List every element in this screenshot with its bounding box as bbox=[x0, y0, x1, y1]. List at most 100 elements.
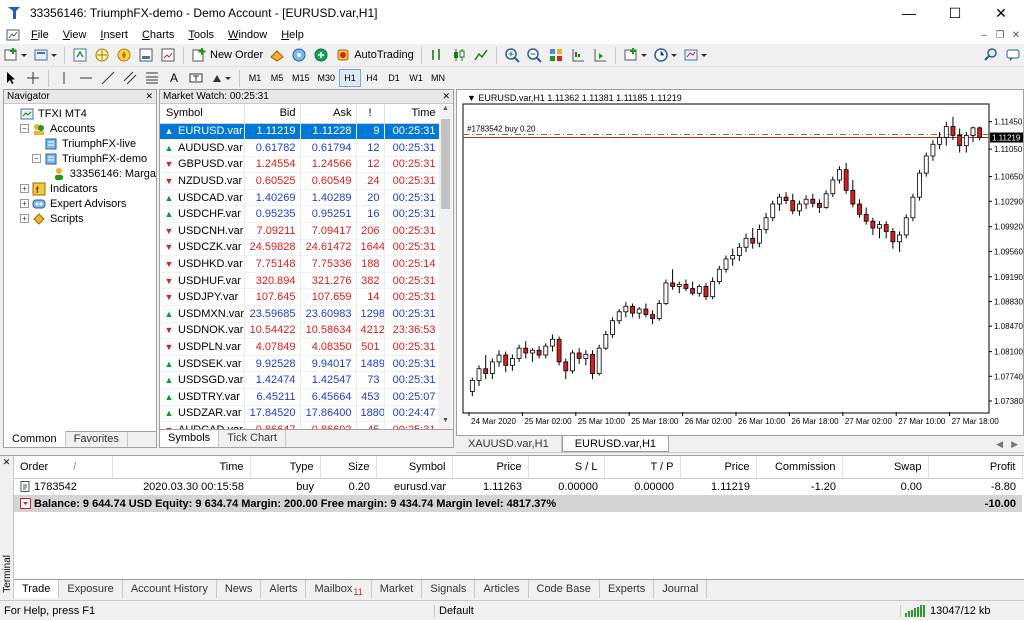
timeframe-w1[interactable]: W1 bbox=[405, 69, 427, 87]
candle-body[interactable] bbox=[770, 203, 776, 219]
candle-body[interactable] bbox=[723, 258, 729, 270]
child-close-icon[interactable]: ✕ bbox=[1008, 30, 1024, 41]
candle-body[interactable] bbox=[930, 143, 936, 157]
candle-body[interactable] bbox=[730, 255, 736, 260]
candle-body[interactable] bbox=[496, 354, 502, 363]
periods-menu-icon[interactable] bbox=[651, 45, 679, 65]
terminal-toggle-icon[interactable] bbox=[136, 45, 156, 65]
navigator-item[interactable]: 33356146: Marga bbox=[4, 166, 156, 181]
tab-scroll-left-icon[interactable]: ◀ bbox=[996, 439, 1003, 450]
candle-body[interactable] bbox=[469, 380, 475, 392]
timeframe-m15[interactable]: M15 bbox=[288, 69, 314, 87]
status-connection[interactable]: 13047/12 kb bbox=[900, 604, 991, 617]
menu-file[interactable]: File bbox=[24, 26, 56, 44]
tab-alerts[interactable]: Alerts bbox=[261, 580, 307, 598]
tab-code-base[interactable]: Code Base bbox=[529, 580, 600, 598]
timeframe-d1[interactable]: D1 bbox=[383, 69, 405, 87]
market-watch-scrollbar[interactable]: ▲ ▼ bbox=[439, 105, 452, 429]
candle-body[interactable] bbox=[857, 203, 862, 215]
candle-body[interactable] bbox=[756, 229, 762, 244]
price-chart[interactable]: ▼ EURUSD.var,H1 1.11362 1.11381 1.11185 … bbox=[457, 90, 1023, 435]
candle-body[interactable] bbox=[710, 281, 716, 298]
tab-mailbox[interactable]: Mailbox11 bbox=[306, 580, 372, 598]
candle-body[interactable] bbox=[823, 193, 829, 208]
line-chart-icon[interactable] bbox=[471, 45, 491, 65]
menu-insert[interactable]: Insert bbox=[93, 26, 135, 44]
column-size[interactable]: Size bbox=[320, 456, 377, 479]
candle-body[interactable] bbox=[476, 368, 482, 381]
candle-body[interactable] bbox=[817, 202, 822, 208]
timeframe-m5[interactable]: M5 bbox=[266, 69, 288, 87]
timeframe-h4[interactable]: H4 bbox=[361, 69, 383, 87]
candle-body[interactable] bbox=[489, 361, 495, 374]
strategy-tester-icon[interactable] bbox=[158, 45, 178, 65]
candle-body[interactable] bbox=[643, 308, 649, 315]
market-watch-row[interactable]: ▲ USDSGD.var 1.42474 1.42547 73 00:25:31 bbox=[160, 371, 441, 389]
column-tp[interactable]: T / P bbox=[604, 456, 681, 479]
market-watch-row[interactable]: ▼ USDHKD.var 7.75148 7.75336 188 00:25:14 bbox=[160, 255, 441, 273]
collapse-icon[interactable]: − bbox=[32, 154, 41, 163]
candle-body[interactable] bbox=[550, 338, 555, 347]
horizontal-line-icon[interactable] bbox=[76, 68, 96, 88]
tab-scroll-right-icon[interactable]: ▶ bbox=[1011, 439, 1018, 450]
market-watch-row[interactable]: ▼ NZDUSD.var 0.60525 0.60549 24 00:25:31 bbox=[160, 172, 441, 190]
search-icon[interactable] bbox=[981, 45, 1001, 65]
timeframe-mn[interactable]: MN bbox=[427, 69, 449, 87]
vertical-line-icon[interactable] bbox=[54, 68, 74, 88]
candle-body[interactable] bbox=[903, 217, 909, 236]
column-time[interactable]: Time bbox=[112, 456, 251, 479]
balance-row[interactable]: Balance: 9 644.74 USD Equity: 9 634.74 M… bbox=[14, 495, 1022, 512]
candlestick-chart-icon[interactable] bbox=[449, 45, 469, 65]
navigator-item[interactable]: TriumphFX-live bbox=[4, 136, 156, 151]
market-watch-row[interactable]: ▲ USDCAD.var 1.40269 1.40289 20 00:25:31 bbox=[160, 189, 441, 207]
chart-tab-eurusd[interactable]: EURUSD.var,H1 bbox=[561, 436, 669, 452]
navigator-item[interactable]: − Accounts bbox=[4, 121, 156, 136]
navigator-toggle-icon[interactable] bbox=[114, 45, 134, 65]
zoom-out-icon[interactable] bbox=[524, 45, 544, 65]
candle-body[interactable] bbox=[483, 368, 489, 374]
tab-market[interactable]: Market bbox=[372, 580, 423, 598]
data-window-icon[interactable] bbox=[92, 45, 112, 65]
market-watch-row[interactable]: ▼ USDPLN.var 4.07849 4.08350 501 00:25:31 bbox=[160, 338, 441, 356]
menu-window[interactable]: Window bbox=[221, 26, 274, 44]
candle-body[interactable] bbox=[943, 126, 949, 138]
candle-body[interactable] bbox=[623, 305, 629, 313]
market-watch-row[interactable]: ▲ USDCHF.var 0.95235 0.95251 16 00:25:31 bbox=[160, 205, 441, 224]
candle-body[interactable] bbox=[783, 196, 789, 202]
candle-body[interactable] bbox=[750, 237, 756, 244]
market-watch-row[interactable]: ▲ USDSEK.var 9.92528 9.94017 1489 00:25:31 bbox=[160, 355, 441, 373]
column-swap[interactable]: Swap bbox=[842, 456, 929, 479]
candle-body[interactable] bbox=[850, 189, 856, 205]
candle-body[interactable] bbox=[530, 349, 535, 354]
fibonacci-icon[interactable] bbox=[142, 68, 162, 88]
candle-body[interactable] bbox=[590, 353, 595, 374]
tab-trade[interactable]: Trade bbox=[14, 580, 60, 598]
market-watch-row[interactable]: ▼ USDHUF.var 320.894 321.276 382 00:25:31 bbox=[160, 272, 441, 290]
column-sl[interactable]: S / L bbox=[528, 456, 605, 479]
child-restore-icon[interactable]: ❐ bbox=[992, 30, 1008, 41]
timeframe-h1[interactable]: H1 bbox=[339, 69, 362, 87]
candle-body[interactable] bbox=[776, 196, 782, 205]
market-watch-row[interactable]: ▲ EURUSD.var 1.11219 1.11228 9 00:25:31 bbox=[160, 123, 441, 141]
menu-help[interactable]: Help bbox=[274, 26, 311, 44]
navigator-close-icon[interactable]: ✕ bbox=[145, 91, 153, 102]
candle-body[interactable] bbox=[910, 196, 916, 219]
candle-body[interactable] bbox=[650, 314, 655, 320]
candle-body[interactable] bbox=[890, 231, 896, 243]
cursor-icon[interactable] bbox=[1, 68, 21, 88]
column-commission[interactable]: Commission bbox=[756, 456, 843, 479]
market-watch-row[interactable]: ▲ USDTRY.var 6.45211 6.45664 453 00:25:07 bbox=[160, 388, 441, 406]
profiles-button[interactable] bbox=[31, 45, 59, 65]
navigator-item[interactable]: + Scripts bbox=[4, 211, 156, 226]
candle-body[interactable] bbox=[516, 347, 522, 359]
collapse-icon[interactable]: − bbox=[20, 124, 29, 133]
candle-body[interactable] bbox=[509, 358, 515, 366]
candle-body[interactable] bbox=[970, 127, 976, 136]
new-order-button[interactable]: New Order bbox=[189, 45, 265, 65]
candle-body[interactable] bbox=[803, 198, 809, 205]
candle-body[interactable] bbox=[676, 283, 682, 287]
candle-body[interactable] bbox=[950, 126, 956, 136]
market-watch-toggle-icon[interactable] bbox=[70, 45, 90, 65]
text-label-icon[interactable] bbox=[186, 68, 206, 88]
expand-icon[interactable]: + bbox=[20, 199, 29, 208]
